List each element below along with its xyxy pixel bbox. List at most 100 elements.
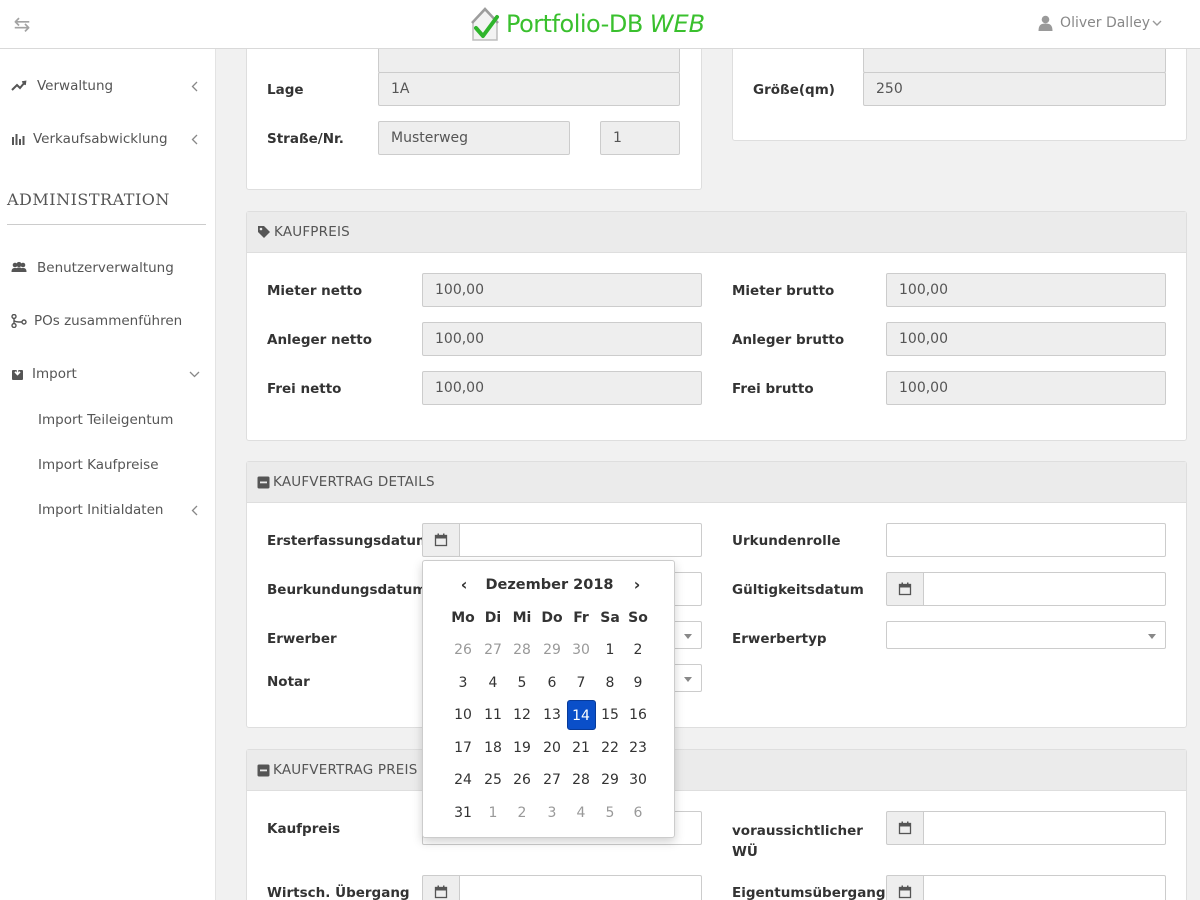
day-cell[interactable]: 27 bbox=[479, 635, 508, 665]
sidebar: Verwaltung Verkaufsabwicklung ADMINISTRA… bbox=[0, 49, 216, 900]
hausnummer-field[interactable]: 1 bbox=[600, 121, 680, 155]
day-cell[interactable]: 20 bbox=[538, 733, 567, 763]
day-cell[interactable]: 1 bbox=[596, 635, 625, 665]
anleger-netto-label: Anleger netto bbox=[267, 332, 372, 348]
day-cell[interactable]: 26 bbox=[449, 635, 478, 665]
eigentumsuebergang-input[interactable] bbox=[923, 875, 1166, 900]
sidebar-item-pos-zusammenfuehren[interactable]: POs zusammenführen bbox=[0, 306, 216, 336]
wirtsch-uebergang-input[interactable] bbox=[459, 875, 702, 900]
wue-input[interactable] bbox=[923, 811, 1166, 845]
day-cell[interactable]: 30 bbox=[567, 635, 596, 665]
day-cell[interactable]: 8 bbox=[596, 668, 625, 698]
day-cell[interactable]: 6 bbox=[624, 798, 653, 828]
day-cell[interactable]: 29 bbox=[596, 765, 625, 795]
wue-calendar-button[interactable] bbox=[886, 811, 924, 845]
ersterfassungsdatum-calendar-button[interactable] bbox=[422, 523, 460, 557]
sidebar-subitem-import-initialdaten[interactable]: Import Initialdaten bbox=[38, 502, 163, 518]
day-cell[interactable]: 26 bbox=[508, 765, 537, 795]
day-cell[interactable]: 22 bbox=[596, 733, 625, 763]
sidebar-item-benutzerverwaltung[interactable]: Benutzerverwaltung bbox=[0, 253, 216, 283]
caret-down-icon bbox=[684, 634, 692, 639]
day-cell[interactable]: 21 bbox=[567, 733, 596, 763]
day-cell[interactable]: 18 bbox=[479, 733, 508, 763]
strasse-field[interactable]: Musterweg bbox=[378, 121, 570, 155]
day-cell[interactable]: 5 bbox=[508, 668, 537, 698]
ersterfassungsdatum-input[interactable] bbox=[459, 523, 702, 557]
day-cell[interactable]: 2 bbox=[624, 635, 653, 665]
kaufpreis-label: Kaufpreis bbox=[267, 821, 341, 837]
day-cell[interactable]: 28 bbox=[508, 635, 537, 665]
gueltigkeitsdatum-input[interactable] bbox=[923, 572, 1166, 606]
chevron-left-icon bbox=[191, 134, 198, 144]
day-cell[interactable]: 3 bbox=[449, 668, 478, 698]
lage-label: Lage bbox=[267, 82, 304, 98]
sidebar-item-import[interactable]: Import bbox=[0, 359, 216, 389]
day-cell[interactable]: 15 bbox=[596, 700, 625, 730]
anleger-brutto-label: Anleger brutto bbox=[732, 332, 845, 348]
wirtsch-uebergang-calendar-button[interactable] bbox=[422, 875, 460, 900]
hidden-field[interactable] bbox=[863, 49, 1166, 73]
day-cell[interactable]: 7 bbox=[567, 668, 596, 698]
mieter-netto-field[interactable]: 100,00 bbox=[422, 273, 702, 307]
sidebar-toggle-icon[interactable]: ⇆ bbox=[11, 14, 33, 34]
day-cell[interactable]: 28 bbox=[567, 765, 596, 795]
gueltigkeitsdatum-calendar-button[interactable] bbox=[886, 572, 924, 606]
day-cell[interactable]: 10 bbox=[449, 700, 478, 730]
day-cell[interactable]: 29 bbox=[538, 635, 567, 665]
day-cell[interactable]: 13 bbox=[538, 700, 567, 730]
day-cell[interactable]: 27 bbox=[538, 765, 567, 795]
anleger-brutto-field[interactable]: 100,00 bbox=[886, 322, 1166, 356]
day-cell[interactable]: 5 bbox=[596, 798, 625, 828]
day-cell-selected[interactable]: 14 bbox=[566, 700, 596, 730]
anleger-netto-field[interactable]: 100,00 bbox=[422, 322, 702, 356]
eigentumsuebergang-calendar-button[interactable] bbox=[886, 875, 924, 900]
mieter-netto-label: Mieter netto bbox=[267, 283, 363, 299]
day-cell[interactable]: 1 bbox=[479, 798, 508, 828]
user-menu[interactable]: Oliver Dalley bbox=[1038, 15, 1162, 31]
urkundenrolle-input[interactable] bbox=[886, 523, 1166, 557]
tag-icon bbox=[258, 226, 270, 238]
day-cell[interactable]: 31 bbox=[449, 798, 478, 828]
day-cell[interactable]: 30 bbox=[624, 765, 653, 795]
day-cell[interactable]: 16 bbox=[624, 700, 653, 730]
day-cell[interactable]: 23 bbox=[624, 733, 653, 763]
mieter-brutto-field[interactable]: 100,00 bbox=[886, 273, 1166, 307]
day-cell[interactable]: 12 bbox=[508, 700, 537, 730]
objekt-panel: Lage 1A Straße/Nr. Musterweg 1 bbox=[246, 49, 702, 190]
weekday-header: Do bbox=[541, 610, 563, 626]
day-cell[interactable]: 24 bbox=[449, 765, 478, 795]
day-cell[interactable]: 4 bbox=[479, 668, 508, 698]
erwerbertyp-select[interactable] bbox=[886, 621, 1166, 649]
day-cell[interactable]: 4 bbox=[567, 798, 596, 828]
day-cell[interactable]: 6 bbox=[538, 668, 567, 698]
next-month-button[interactable]: › bbox=[627, 575, 647, 594]
day-cell[interactable]: 3 bbox=[538, 798, 567, 828]
frei-netto-field[interactable]: 100,00 bbox=[422, 371, 702, 405]
groesse-field[interactable]: 250 bbox=[863, 72, 1166, 106]
frei-brutto-field[interactable]: 100,00 bbox=[886, 371, 1166, 405]
day-cell[interactable]: 2 bbox=[508, 798, 537, 828]
sidebar-item-label: Verwaltung bbox=[37, 78, 114, 94]
main-content: Lage 1A Straße/Nr. Musterweg 1 Größe(qm)… bbox=[217, 49, 1200, 900]
day-cell[interactable]: 25 bbox=[479, 765, 508, 795]
urkundenrolle-label: Urkundenrolle bbox=[732, 533, 841, 549]
calendar-icon bbox=[898, 821, 912, 835]
house-check-icon bbox=[471, 7, 499, 41]
day-cell[interactable]: 11 bbox=[479, 700, 508, 730]
beurkundungsdatum-label: Beurkundungsdatum bbox=[267, 582, 427, 598]
day-cell[interactable]: 19 bbox=[508, 733, 537, 763]
sidebar-item-verwaltung[interactable]: Verwaltung bbox=[0, 71, 216, 101]
lage-field[interactable]: 1A bbox=[378, 72, 680, 106]
sidebar-subitem-import-kaufpreise[interactable]: Import Kaufpreise bbox=[38, 457, 159, 473]
frei-netto-label: Frei netto bbox=[267, 381, 342, 397]
hidden-field[interactable] bbox=[378, 49, 680, 73]
day-cell[interactable]: 9 bbox=[624, 668, 653, 698]
kaufvertrag-details-header: KAUFVERTRAG DETAILS bbox=[247, 462, 1186, 503]
kaufvertrag-preis-title: KAUFVERTRAG PREIS bbox=[273, 762, 418, 778]
sidebar-subitem-import-teileigentum[interactable]: Import Teileigentum bbox=[38, 412, 173, 428]
wue-label-line1: voraussichtlicher bbox=[732, 823, 863, 839]
sidebar-item-verkaufsabwicklung[interactable]: Verkaufsabwicklung bbox=[0, 124, 216, 154]
caret-down-icon bbox=[1148, 634, 1156, 639]
brand-logo[interactable]: Portfolio-DB WEB bbox=[470, 4, 705, 44]
day-cell[interactable]: 17 bbox=[449, 733, 478, 763]
